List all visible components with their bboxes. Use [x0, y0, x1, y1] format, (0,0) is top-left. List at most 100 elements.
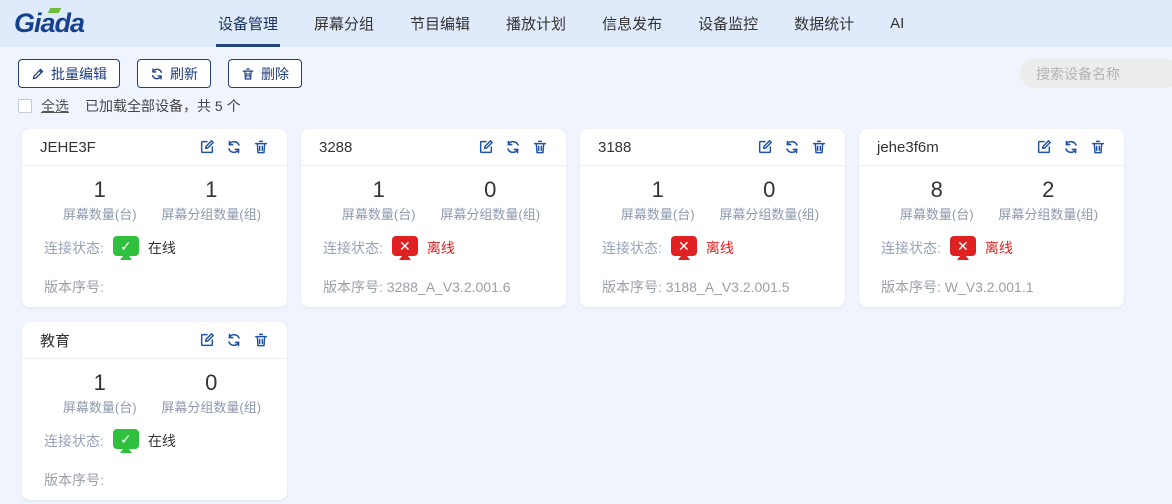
- tab-info-publishing[interactable]: 信息发布: [602, 0, 662, 47]
- edit-icon[interactable]: [199, 139, 215, 155]
- device-name: jehe3f6m: [877, 139, 939, 156]
- screen-count-value: 1: [602, 178, 714, 202]
- card-header: 教育: [22, 322, 287, 359]
- version-row: 版本序号:: [44, 470, 267, 490]
- search-input[interactable]: [1020, 59, 1172, 88]
- select-all-label[interactable]: 全选: [41, 96, 69, 116]
- card-header: 3188: [580, 129, 845, 166]
- refresh-icon[interactable]: [784, 139, 800, 155]
- screen-count-label: 屏幕数量(台): [881, 204, 993, 223]
- device-card-grid: JEHE3F 1 屏幕数量(台) 1 屏幕分组数量(组) 连接状态:: [0, 129, 1172, 500]
- device-card: jehe3f6m 8 屏幕数量(台) 2 屏幕分组数量(组) 连接状态:: [859, 129, 1124, 307]
- tab-screen-groups[interactable]: 屏幕分组: [314, 0, 374, 47]
- group-count-stat: 1 屏幕分组数量(组): [156, 178, 268, 223]
- group-count-label: 屏幕分组数量(组): [993, 204, 1105, 223]
- card-header: 3288: [301, 129, 566, 166]
- connection-status-row: 连接状态: 离线: [881, 236, 1104, 260]
- card-body: 1 屏幕数量(台) 0 屏幕分组数量(组) 连接状态: 离线 版本序号: 318…: [580, 166, 845, 297]
- device-card: 3188 1 屏幕数量(台) 0 屏幕分组数量(组) 连接状态:: [580, 129, 845, 307]
- connection-status-row: 连接状态: 在线: [44, 429, 267, 453]
- group-count-stat: 0 屏幕分组数量(组): [714, 178, 826, 223]
- delete-label: 删除: [261, 64, 289, 84]
- screen-count-label: 屏幕数量(台): [602, 204, 714, 223]
- stats-row: 8 屏幕数量(台) 2 屏幕分组数量(组): [881, 178, 1104, 223]
- refresh-icon[interactable]: [505, 139, 521, 155]
- version-row: 版本序号: W_V3.2.001.1: [881, 277, 1104, 297]
- status-label: 连接状态:: [881, 238, 941, 258]
- version-value: 3288_A_V3.2.001.6: [387, 279, 511, 295]
- status-text: 在线: [148, 431, 176, 451]
- group-count-value: 0: [156, 371, 268, 395]
- status-label: 连接状态:: [602, 238, 662, 258]
- batch-edit-button[interactable]: 批量编辑: [18, 59, 120, 88]
- card-body: 1 屏幕数量(台) 0 屏幕分组数量(组) 连接状态: 离线 版本序号: 328…: [301, 166, 566, 297]
- delete-icon[interactable]: [811, 139, 827, 155]
- version-row: 版本序号: 3188_A_V3.2.001.5: [602, 277, 825, 297]
- edit-icon[interactable]: [478, 139, 494, 155]
- connection-status-row: 连接状态: 离线: [602, 236, 825, 260]
- stats-row: 1 屏幕数量(台) 0 屏幕分组数量(组): [602, 178, 825, 223]
- card-actions: [478, 139, 548, 155]
- group-count-label: 屏幕分组数量(组): [156, 397, 268, 416]
- load-summary-text: 已加载全部设备，共 5 个: [85, 96, 241, 116]
- device-card: JEHE3F 1 屏幕数量(台) 1 屏幕分组数量(组) 连接状态:: [22, 129, 287, 307]
- status-label: 连接状态:: [44, 238, 104, 258]
- tab-program-editing[interactable]: 节目编辑: [410, 0, 470, 47]
- screen-count-stat: 1 屏幕数量(台): [323, 178, 435, 223]
- version-value: 3188_A_V3.2.001.5: [666, 279, 790, 295]
- group-count-label: 屏幕分组数量(组): [156, 204, 268, 223]
- edit-icon[interactable]: [1036, 139, 1052, 155]
- card-actions: [1036, 139, 1106, 155]
- version-row: 版本序号:: [44, 277, 267, 297]
- refresh-icon[interactable]: [1063, 139, 1079, 155]
- select-all-checkbox[interactable]: [18, 99, 32, 113]
- tab-playback-schedule[interactable]: 播放计划: [506, 0, 566, 47]
- online-monitor-check-icon: [113, 236, 139, 256]
- screen-count-stat: 1 屏幕数量(台): [44, 178, 156, 223]
- group-count-value: 2: [993, 178, 1105, 202]
- offline-monitor-cross-icon: [950, 236, 976, 256]
- device-name: JEHE3F: [40, 139, 96, 156]
- device-card: 3288 1 屏幕数量(台) 0 屏幕分组数量(组) 连接状态:: [301, 129, 566, 307]
- group-count-value: 1: [156, 178, 268, 202]
- screen-count-label: 屏幕数量(台): [44, 204, 156, 223]
- status-text: 离线: [985, 238, 1013, 258]
- device-name: 教育: [40, 330, 70, 351]
- card-actions: [757, 139, 827, 155]
- screen-count-value: 1: [44, 371, 156, 395]
- delete-button[interactable]: 删除: [228, 59, 302, 88]
- delete-icon[interactable]: [253, 139, 269, 155]
- screen-count-value: 1: [323, 178, 435, 202]
- delete-icon[interactable]: [1090, 139, 1106, 155]
- offline-monitor-cross-icon: [671, 236, 697, 256]
- refresh-icon[interactable]: [226, 139, 242, 155]
- refresh-button[interactable]: 刷新: [137, 59, 211, 88]
- refresh-label: 刷新: [170, 64, 198, 84]
- card-actions: [199, 332, 269, 348]
- connection-status-row: 连接状态: 在线: [44, 236, 267, 260]
- card-body: 1 屏幕数量(台) 1 屏幕分组数量(组) 连接状态: 在线 版本序号:: [22, 166, 287, 297]
- version-label: 版本序号:: [323, 279, 383, 295]
- card-header: JEHE3F: [22, 129, 287, 166]
- stats-row: 1 屏幕数量(台) 0 屏幕分组数量(组): [44, 371, 267, 416]
- version-value: W_V3.2.001.1: [945, 279, 1034, 295]
- refresh-icon: [150, 67, 164, 81]
- version-row: 版本序号: 3288_A_V3.2.001.6: [323, 277, 546, 297]
- card-actions: [199, 139, 269, 155]
- delete-icon[interactable]: [253, 332, 269, 348]
- tab-device-monitoring[interactable]: 设备监控: [698, 0, 758, 47]
- refresh-icon[interactable]: [226, 332, 242, 348]
- top-navbar: Giada 设备管理 屏幕分组 节目编辑 播放计划 信息发布 设备监控 数据统计…: [0, 0, 1172, 47]
- delete-icon[interactable]: [532, 139, 548, 155]
- screen-count-label: 屏幕数量(台): [323, 204, 435, 223]
- tab-ai[interactable]: AI: [890, 0, 904, 47]
- tab-device-management[interactable]: 设备管理: [218, 0, 278, 47]
- card-body: 8 屏幕数量(台) 2 屏幕分组数量(组) 连接状态: 离线 版本序号: W_V…: [859, 166, 1124, 297]
- edit-icon[interactable]: [199, 332, 215, 348]
- tab-data-statistics[interactable]: 数据统计: [794, 0, 854, 47]
- screen-count-label: 屏幕数量(台): [44, 397, 156, 416]
- version-label: 版本序号:: [881, 279, 941, 295]
- brand-logo: Giada: [14, 0, 114, 47]
- group-count-value: 0: [714, 178, 826, 202]
- edit-icon[interactable]: [757, 139, 773, 155]
